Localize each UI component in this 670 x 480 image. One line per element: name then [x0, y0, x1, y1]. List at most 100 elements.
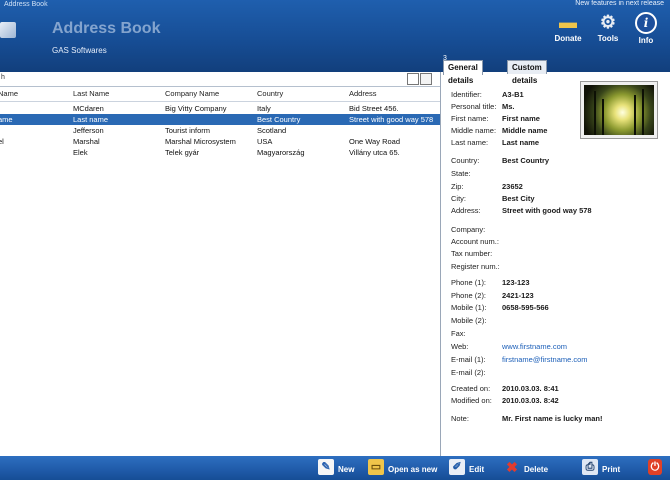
detail-row: First name: First name	[441, 114, 670, 125]
column-header-last-name[interactable]: Last Name	[73, 89, 109, 98]
edit-icon: ✐	[449, 459, 465, 475]
search-bar[interactable]: h	[0, 72, 440, 87]
list-column-headers: Name Last Name Company Name Country Addr…	[0, 87, 440, 102]
detail-link[interactable]: firstname@firstname.com	[502, 355, 588, 364]
detail-value: Mr. First name is lucky man!	[502, 414, 603, 423]
cell-last-name: MCdaren	[73, 104, 104, 113]
contact-details-pane: 3 General details Custom details Identif…	[441, 55, 670, 456]
print-label: Print	[602, 465, 621, 474]
detail-row: Address: Street with good way 578	[441, 206, 670, 217]
donate-button[interactable]: ▬ Donate	[548, 12, 588, 43]
delete-label: Delete	[524, 465, 549, 474]
donate-label: Donate	[554, 34, 582, 43]
detail-row: Web: www.firstname.com	[441, 342, 670, 353]
cell-address: Bid Street 456.	[349, 104, 399, 113]
cell-name: el	[0, 137, 4, 146]
detail-label: Tax number:	[451, 249, 493, 258]
cell-country: Italy	[257, 104, 271, 113]
detail-label: E-mail (1):	[451, 355, 486, 364]
cell-country: Magyarország	[257, 148, 305, 157]
table-row[interactable]: MCdaren Big Vitty Company Italy Bid Stre…	[0, 103, 440, 114]
table-row[interactable]: Elek Telek gyár Magyarország Villány utc…	[0, 147, 440, 158]
cell-company: Telek gyár	[165, 148, 200, 157]
column-header-company[interactable]: Company Name	[165, 89, 219, 98]
detail-row: Phone (1): 123-123	[441, 278, 670, 289]
detail-label: State:	[451, 169, 471, 178]
info-icon: i	[635, 12, 657, 34]
detail-label: Phone (1):	[451, 278, 487, 287]
contact-list-pane: h Name Last Name Company Name Country Ad…	[0, 72, 441, 456]
cell-address: One Way Road	[349, 137, 400, 146]
column-header-address[interactable]: Address	[349, 89, 377, 98]
app-subtitle: GAS Softwares	[52, 46, 107, 55]
cell-last-name: Last name	[73, 115, 109, 124]
header-tip[interactable]: New features in next release	[575, 0, 664, 7]
cell-last-name: Jefferson	[73, 126, 104, 135]
tab-general-details[interactable]: General details	[443, 60, 483, 85]
detail-value: Street with good way 578	[502, 206, 592, 215]
gear-icon: ⚙	[599, 12, 617, 32]
detail-row: Note: Mr. First name is lucky man!	[441, 414, 670, 425]
info-button[interactable]: i Info	[626, 12, 666, 45]
detail-row: Zip: 23652	[441, 182, 670, 193]
detail-label: First name:	[451, 114, 489, 123]
detail-row: State:	[441, 169, 670, 180]
cell-company: Marshal Microsystem	[165, 137, 236, 146]
table-row-selected[interactable]: ame Last name Best Country Street with g…	[0, 114, 440, 125]
detail-label: Company:	[451, 225, 486, 234]
detail-row: Modified on: 2010.03.03. 8:42	[441, 396, 670, 407]
detail-row: Last name: Last name	[441, 138, 670, 149]
detail-value: First name	[502, 114, 540, 123]
detail-value: Middle name	[502, 126, 548, 135]
printer-icon: ⎙	[582, 459, 598, 475]
search-go-button[interactable]	[420, 73, 432, 85]
cell-country: USA	[257, 137, 273, 146]
tools-label: Tools	[597, 34, 619, 43]
table-row[interactable]: Jefferson Tourist inform Scotland	[0, 125, 440, 136]
detail-label: Register num.:	[451, 262, 500, 271]
detail-value: 2010.03.03. 8:41	[502, 384, 559, 393]
detail-row: Account num.:	[441, 237, 670, 248]
app-title: Address Book	[52, 20, 161, 37]
column-header-country[interactable]: Country	[257, 89, 283, 98]
cell-last-name: Marshal	[73, 137, 100, 146]
detail-label: Mobile (1):	[451, 303, 487, 312]
detail-row: Tax number:	[441, 249, 670, 260]
address-book-logo-icon	[0, 22, 16, 38]
table-row[interactable]: el Marshal Marshal Microsystem USA One W…	[0, 136, 440, 147]
folder-icon: ▭	[368, 459, 384, 475]
new-contact-icon: ✎	[318, 459, 334, 475]
detail-label: Modified on:	[451, 396, 492, 405]
detail-row: Country: Best Country	[441, 156, 670, 167]
detail-row: E-mail (2):	[441, 368, 670, 379]
detail-label: Address:	[451, 206, 481, 215]
detail-row: Company:	[441, 225, 670, 236]
detail-row: Mobile (1): 0658-595-566	[441, 303, 670, 314]
detail-row: Phone (2): 2421-123	[441, 291, 670, 302]
detail-value: 0658-595-566	[502, 303, 549, 312]
detail-row: Identifier: A3-B1	[441, 90, 670, 101]
detail-value: Best City	[502, 194, 535, 203]
detail-label: Mobile (2):	[451, 316, 487, 325]
cell-country: Best Country	[257, 115, 301, 124]
new-label: New	[338, 465, 355, 474]
bottom-toolbar: ✎ New ▭ Open as new ✐ Edit ✖ Delete ⎙ Pr…	[0, 456, 670, 480]
detail-label: Fax:	[451, 329, 466, 338]
detail-row: Mobile (2):	[441, 316, 670, 327]
window-title: Address Book	[4, 1, 48, 8]
detail-row: Created on: 2010.03.03. 8:41	[441, 384, 670, 395]
tools-button[interactable]: ⚙ Tools	[588, 12, 628, 43]
detail-row: E-mail (1): firstname@firstname.com	[441, 355, 670, 366]
info-label: Info	[638, 36, 654, 45]
detail-label: Identifier:	[451, 90, 482, 99]
cell-last-name: Elek	[73, 148, 88, 157]
tab-custom-details[interactable]: Custom details	[507, 60, 547, 85]
column-header-name[interactable]: Name	[0, 89, 18, 98]
detail-value: Best Country	[502, 156, 550, 165]
detail-row: Fax:	[441, 329, 670, 340]
search-options-checkbox[interactable]	[407, 73, 419, 85]
detail-value: 2421-123	[502, 291, 534, 300]
detail-row: City: Best City	[441, 194, 670, 205]
detail-link[interactable]: www.firstname.com	[502, 342, 567, 351]
edit-label: Edit	[469, 465, 485, 474]
